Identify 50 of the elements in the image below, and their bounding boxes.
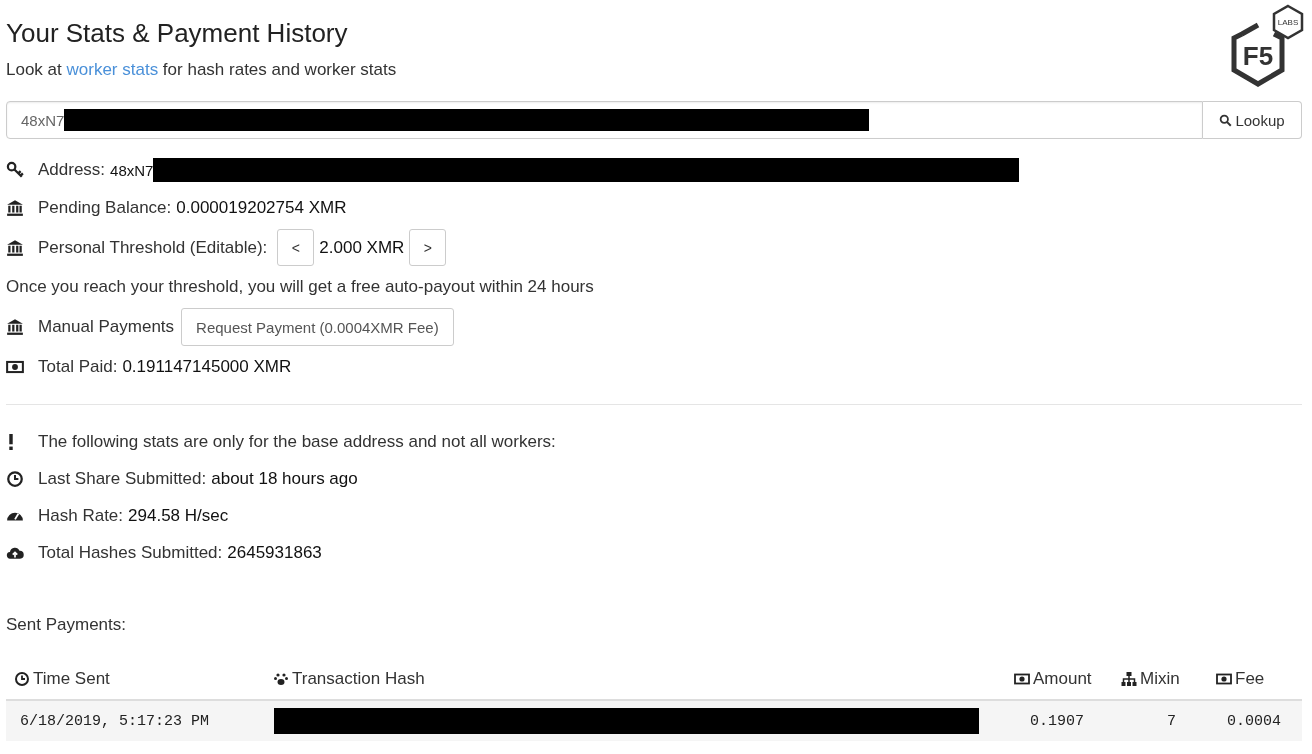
section-heading: Sent Payments: xyxy=(6,615,127,635)
banknote-icon xyxy=(1216,671,1232,687)
field-value: 0.000019202754 XMR xyxy=(176,198,347,218)
field-value: 294.58 H/sec xyxy=(128,505,229,526)
badge-text: LABS xyxy=(1277,18,1299,27)
field-label: Total Paid: xyxy=(38,357,118,377)
page-title: Your Stats & Payment History xyxy=(6,18,349,48)
decrease-button[interactable]: < xyxy=(277,229,315,266)
search-icon xyxy=(1219,113,1233,127)
address-input-field[interactable]: 48xN7 xyxy=(6,101,1203,139)
bank-icon xyxy=(6,199,24,217)
table-cell: 0.0004 xyxy=(1227,712,1281,730)
table-cell: 0.1907 xyxy=(1030,712,1084,730)
logo-text: F5 xyxy=(1242,41,1274,71)
note-text: Once you reach your threshold, you will get a free auto-payout within 24 hours xyxy=(6,277,594,297)
request-payment-button[interactable]: Request Payment (0.0004XMR Fee) xyxy=(181,308,454,346)
bank-icon xyxy=(6,238,24,257)
column-header: Transaction Hash xyxy=(292,669,425,689)
field-value: 0.191147145000 XMR xyxy=(122,357,292,377)
field-value: about 18 hours ago xyxy=(211,468,358,489)
clock-icon xyxy=(6,469,24,488)
note-text: The following stats are only for the base address and not all workers: xyxy=(38,431,556,452)
bank-icon xyxy=(6,318,24,336)
sitemap-icon xyxy=(1121,671,1137,687)
key-icon xyxy=(6,161,24,179)
field-label: Last Share Submitted: xyxy=(38,468,207,489)
threshold-value: 2.000 XMR xyxy=(319,237,405,258)
table-cell: 6/18/2019, 5:17:23 PM xyxy=(20,712,210,730)
field-label: Address: xyxy=(38,160,106,180)
table-cell: 7 xyxy=(1167,712,1176,730)
badge-hexagon-drawing xyxy=(1272,4,1304,40)
column-header: Fee xyxy=(1235,669,1265,689)
field-value: 2645931863 xyxy=(227,542,322,563)
increase-button[interactable]: > xyxy=(409,229,447,266)
exclamation-icon xyxy=(9,433,13,450)
field-label: Hash Rate: xyxy=(38,505,124,526)
subtitle-text: Look at worker stats for hash rates and worker stats xyxy=(6,60,397,80)
column-header: Time Sent xyxy=(33,669,110,689)
clock-icon xyxy=(14,671,30,687)
field-label: Pending Balance: xyxy=(38,198,172,218)
field-label: Personal Threshold (Editable): xyxy=(38,237,268,258)
lookup-button[interactable]: Lookup xyxy=(1203,101,1302,139)
banknote-icon xyxy=(1014,671,1030,687)
field-label: Total Hashes Submitted: xyxy=(38,542,223,563)
column-header: Amount xyxy=(1033,669,1092,689)
column-header: Mixin xyxy=(1140,669,1180,689)
field-label: Manual Payments xyxy=(38,317,175,337)
paw-icon xyxy=(273,671,289,687)
field-value: 48xN7 xyxy=(110,161,154,179)
banknote-icon xyxy=(6,358,24,376)
